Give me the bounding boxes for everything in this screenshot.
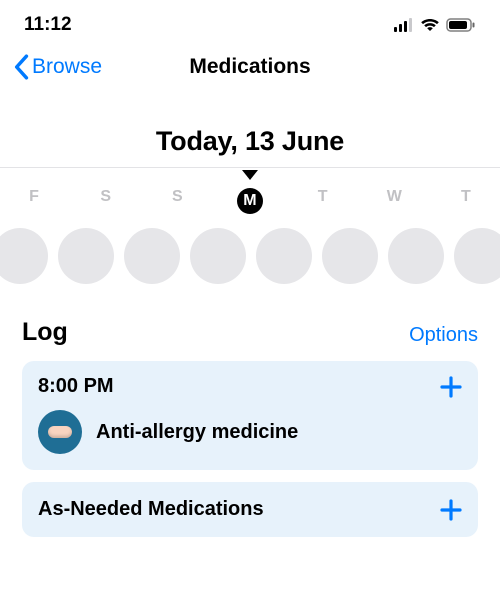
status-icons [394,18,476,32]
day-letter[interactable]: T [454,188,478,214]
log-title: Log [22,318,68,347]
medication-row[interactable]: Anti-allergy medicine [38,410,462,454]
chevron-left-icon [12,54,30,80]
day-letter[interactable]: W [382,188,406,214]
day-dot[interactable] [58,228,114,284]
battery-icon [446,18,476,32]
back-button[interactable]: Browse [12,54,102,80]
medication-schedule-card[interactable]: 8:00 PM Anti-allergy medicine [22,361,478,470]
day-dot[interactable] [454,228,500,284]
day-letter[interactable]: S [94,188,118,214]
pill-icon [38,410,82,454]
nav-bar: Browse Medications [0,42,500,92]
day-letter[interactable]: T [311,188,335,214]
status-time: 11:12 [24,14,72,36]
day-dot[interactable] [388,228,444,284]
day-letter[interactable]: S [165,188,189,214]
wifi-icon [420,18,440,32]
cellular-icon [394,18,414,32]
medication-name: Anti-allergy medicine [96,421,298,444]
as-needed-card[interactable]: As-Needed Medications [22,482,478,537]
add-medication-button[interactable] [440,376,462,398]
add-as-needed-button[interactable] [440,499,462,521]
day-letter[interactable]: M [237,188,263,214]
status-bar: 11:12 [0,0,500,42]
day-letter[interactable]: F [22,188,46,214]
day-dot[interactable] [0,228,48,284]
options-button[interactable]: Options [409,324,478,347]
selected-day-indicator-icon [0,170,500,180]
as-needed-title: As-Needed Medications [38,498,264,521]
day-dot[interactable] [190,228,246,284]
date-label: Today, 13 June [0,126,500,157]
log-section-header: Log Options [0,292,500,355]
day-dot[interactable] [256,228,312,284]
week-strip[interactable]: FSSMTWT [0,168,500,292]
back-label: Browse [32,55,102,79]
day-dot[interactable] [322,228,378,284]
card-header: 8:00 PM [38,375,462,398]
schedule-time: 8:00 PM [38,375,114,398]
page-title: Medications [189,55,310,79]
day-dot[interactable] [124,228,180,284]
